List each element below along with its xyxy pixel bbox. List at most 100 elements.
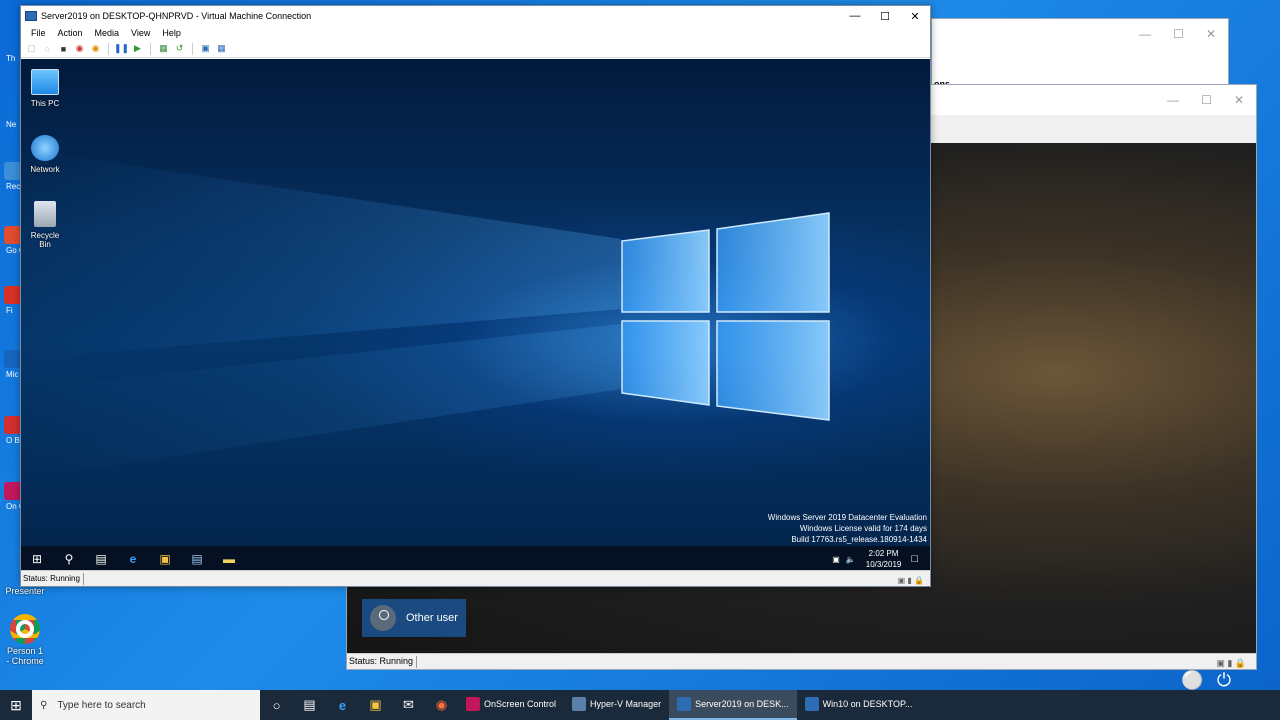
shutdown-icon[interactable]: ◉ (73, 42, 86, 55)
host-icon-fragment[interactable]: Go Ch (0, 222, 20, 262)
network-label: Network (30, 165, 60, 174)
host-icon-fragment[interactable]: Fi (0, 282, 20, 322)
firefox-icon[interactable]: ◉ (425, 690, 458, 720)
volume-icon[interactable]: 🔈 (846, 555, 856, 564)
this-pc-label: This PC (30, 99, 60, 108)
taskbar-app-label: Server2019 on DESK... (695, 699, 789, 709)
search-placeholder: Type here to search (57, 699, 146, 711)
other-user-tile[interactable]: Other user (362, 599, 466, 637)
app-icon[interactable]: ▬ (213, 546, 245, 572)
menu-bar: File Action Media View Help (21, 26, 930, 40)
windows-logo-wallpaper (21, 149, 830, 479)
edge-icon[interactable]: e (326, 690, 359, 720)
network-tray-icon[interactable]: ▣ (832, 555, 840, 564)
file-explorer-icon[interactable]: ▣ (359, 690, 392, 720)
share-icon[interactable]: ▦ (215, 42, 228, 55)
search-icon[interactable]: ⚲ (53, 546, 85, 572)
host-icon-label: Go Ch (6, 246, 20, 255)
presenter-desktop-icon[interactable]: Presenter (0, 586, 50, 596)
chrome-label: Person 1 - Chrome (6, 646, 44, 666)
status-text: Status: Running (23, 574, 80, 583)
task-view-icon[interactable]: ▤ (293, 690, 326, 720)
minimize-icon[interactable]: — (1139, 27, 1151, 41)
network-icon (31, 135, 59, 161)
host-taskbar: ⊞ ⚲ Type here to search ○ ▤ e ▣ ✉ ◉ OnSc… (0, 690, 1280, 720)
search-icon: ⚲ (40, 699, 48, 711)
save-icon[interactable]: ◉ (89, 42, 102, 55)
minimize-icon[interactable]: — (840, 10, 870, 22)
resume-icon[interactable]: ▶ (131, 42, 144, 55)
other-user-label: Other user (406, 612, 458, 624)
action-center-icon[interactable]: □ (911, 553, 918, 565)
minimize-icon[interactable]: — (1167, 93, 1179, 107)
vm-desktop[interactable]: This PC Network Recycle Bin Windows Serv… (21, 59, 930, 572)
watermark-line: Windows Server 2019 Datacenter Evaluatio… (767, 513, 927, 522)
file-explorer-icon[interactable]: ▣ (149, 546, 181, 572)
cortana-icon[interactable]: ○ (260, 690, 293, 720)
ease-of-access-icon[interactable]: ⚪ (1181, 669, 1203, 691)
host-icon-label: Ne (6, 120, 17, 129)
status-icons: ▣ ▮ 🔒 (1216, 658, 1246, 668)
windows-start-icon[interactable]: ⊞ (0, 690, 32, 720)
pause-icon[interactable]: ❚❚ (114, 42, 129, 55)
taskbar-search-box[interactable]: ⚲ Type here to search (32, 690, 260, 720)
host-icon-fragment[interactable]: O Bri (0, 412, 20, 452)
taskbar-app-label: Hyper-V Manager (590, 699, 662, 709)
status-bar: Status: Running ▣ ▮ 🔒 (347, 653, 1256, 669)
host-icon-label: O Bri (6, 436, 20, 445)
server-manager-icon[interactable]: ▤ (181, 546, 213, 572)
status-text: Status: Running (349, 656, 414, 666)
host-icon-fragment[interactable]: On Co (0, 478, 20, 518)
vm-connection-icon (25, 11, 37, 21)
taskbar-app-hyperv-manager[interactable]: Hyper-V Manager (564, 690, 669, 720)
maximize-icon[interactable]: ☐ (870, 10, 900, 23)
title-bar[interactable]: Server2019 on DESKTOP-QHNPRVD - Virtual … (21, 6, 930, 26)
close-icon[interactable]: ✕ (1234, 93, 1244, 107)
recycle-bin-icon (34, 201, 56, 227)
host-icon-fragment[interactable]: Ne (0, 96, 20, 136)
host-icon-fragment[interactable]: Mic E (0, 346, 20, 386)
this-pc-desktop-icon[interactable]: This PC (25, 69, 65, 108)
background-window[interactable]: — ☐ ✕ ons (931, 18, 1229, 90)
host-icon-label: Mic E (6, 370, 20, 379)
menu-file[interactable]: File (27, 28, 54, 38)
menu-media[interactable]: Media (91, 28, 128, 38)
clock[interactable]: 2:02 PM 10/3/2019 (866, 548, 902, 570)
taskbar-app-win10[interactable]: Win10 on DESKTOP... (797, 690, 921, 720)
status-bar: Status: Running ▣ ▮ 🔒 (21, 570, 930, 586)
power-icon[interactable]: ⏻ (1213, 669, 1235, 691)
clock-time: 2:02 PM (868, 549, 899, 558)
taskbar-app-label: Win10 on DESKTOP... (822, 699, 913, 709)
close-icon[interactable]: ✕ (1206, 27, 1216, 41)
menu-view[interactable]: View (127, 28, 158, 38)
chrome-desktop-icon[interactable]: Person 1 - Chrome (0, 614, 50, 666)
system-tray: ▣ 🔈 2:02 PM 10/3/2019 □ (832, 546, 930, 572)
network-desktop-icon[interactable]: Network (25, 135, 65, 174)
window-title: Server2019 on DESKTOP-QHNPRVD - Virtual … (41, 11, 312, 21)
menu-help[interactable]: Help (158, 28, 189, 38)
taskbar-app-server2019[interactable]: Server2019 on DESK... (669, 690, 797, 720)
task-view-icon[interactable]: ▤ (85, 546, 117, 572)
checkpoint-icon[interactable]: ▦ (157, 42, 170, 55)
revert-icon[interactable]: ↺ (173, 42, 186, 55)
start-button-icon[interactable]: ⊞ (21, 546, 53, 572)
maximize-icon[interactable]: ☐ (1173, 27, 1184, 41)
maximize-icon[interactable]: ☐ (1201, 93, 1212, 107)
start-icon[interactable]: ○ (41, 42, 54, 55)
taskbar-app-onscreen-control[interactable]: OnScreen Control (458, 690, 564, 720)
enhanced-session-icon[interactable]: ▣ (199, 42, 212, 55)
menu-action[interactable]: Action (54, 28, 91, 38)
host-icon-fragment[interactable]: Th (0, 30, 20, 70)
vm-connection-window[interactable]: Server2019 on DESKTOP-QHNPRVD - Virtual … (20, 5, 931, 587)
edge-icon[interactable]: e (117, 546, 149, 572)
turn-off-icon[interactable]: ■ (57, 42, 70, 55)
host-icon-fragment[interactable]: Recy (0, 158, 20, 198)
user-avatar-icon (370, 605, 396, 631)
mail-icon[interactable]: ✉ (392, 690, 425, 720)
recycle-bin-desktop-icon[interactable]: Recycle Bin (25, 201, 65, 249)
ctrl-alt-del-icon[interactable]: ▢ (25, 42, 38, 55)
close-icon[interactable]: ✕ (900, 10, 930, 23)
vm-connection-icon (677, 697, 692, 711)
clock-date: 10/3/2019 (865, 560, 902, 569)
onscreen-control-icon (466, 697, 480, 711)
